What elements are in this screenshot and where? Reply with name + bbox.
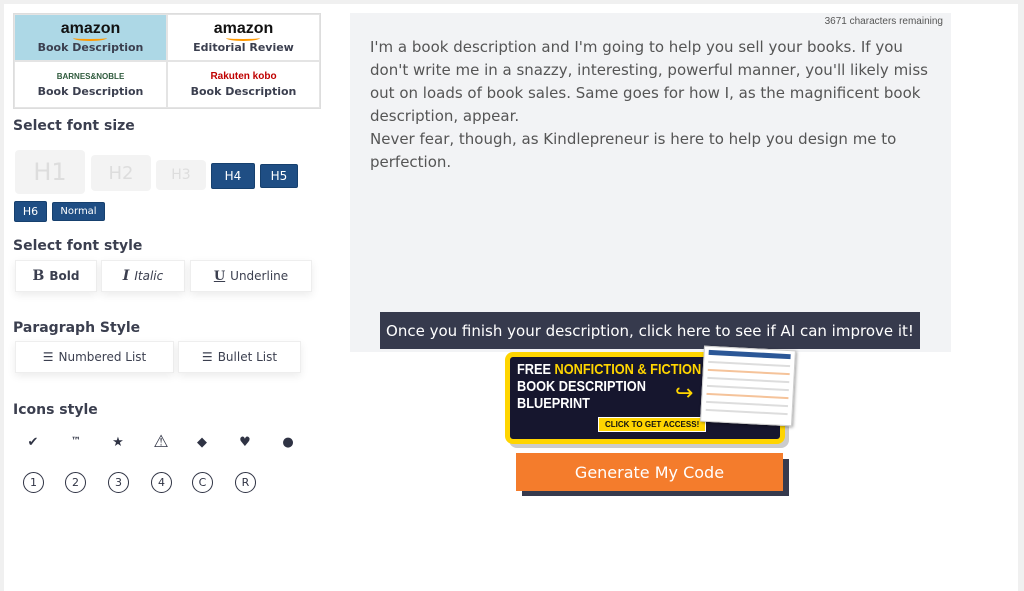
italic-button[interactable]: I Italic	[101, 260, 185, 292]
h4-button[interactable]: H4	[211, 163, 255, 189]
bullet-list-icon: ☰	[201, 350, 213, 364]
paragraph-style-heading: Paragraph Style	[13, 320, 141, 336]
banner-cta[interactable]: CLICK TO GET ACCESS!	[598, 417, 707, 432]
amazon-logo: amazon	[61, 21, 121, 41]
amazon-logo: amazon	[214, 21, 274, 41]
underline-icon: U	[213, 268, 226, 284]
h5-button[interactable]: H5	[260, 164, 298, 188]
italic-label: Italic	[134, 269, 164, 283]
platform-label: Editorial Review	[193, 41, 294, 54]
underline-button[interactable]: U Underline	[190, 260, 312, 292]
bold-label: Bold	[49, 269, 80, 283]
description-editor[interactable]: 3671 characters remaining I'm a book des…	[350, 13, 951, 352]
kobo-logo: Rakuten kobo	[210, 71, 277, 82]
diamond-icon[interactable]: ◆	[192, 435, 212, 450]
circled-3-icon[interactable]: 3	[108, 472, 129, 493]
ai-improve-button[interactable]: Once you finish your description, click …	[380, 312, 920, 349]
bullet-list-label: Bullet List	[217, 350, 278, 364]
h2-button[interactable]: H2	[91, 155, 151, 191]
numbered-list-label: Numbered List	[58, 350, 147, 364]
h6-button[interactable]: H6	[14, 201, 47, 222]
platform-label: Book Description	[37, 84, 144, 98]
platform-amazon-book-description[interactable]: amazon Book Description	[14, 14, 167, 61]
platform-kobo[interactable]: Rakuten kobo Book Description	[167, 61, 320, 108]
banner-free: FREE	[517, 361, 555, 378]
platform-amazon-editorial-review[interactable]: amazon Editorial Review	[167, 14, 320, 61]
circled-4-icon[interactable]: 4	[151, 472, 172, 493]
heart-icon[interactable]: ♥	[235, 435, 255, 450]
editor-text[interactable]: I'm a book description and I'm going to …	[370, 36, 935, 174]
banner-highlight: NONFICTION & FICTION	[554, 361, 702, 378]
h3-button[interactable]: H3	[156, 160, 206, 190]
bold-icon: B	[32, 268, 45, 284]
circled-2-icon[interactable]: 2	[65, 472, 86, 493]
editor-paragraph: I'm a book description and I'm going to …	[370, 38, 928, 125]
circle-icon[interactable]: ●	[278, 435, 298, 450]
generate-code-button[interactable]: Generate My Code	[516, 453, 783, 491]
bullet-list-button[interactable]: ☰ Bullet List	[178, 341, 301, 373]
star-icon[interactable]: ★	[108, 435, 128, 450]
font-size-heading: Select font size	[13, 118, 135, 134]
registered-icon[interactable]: R	[235, 472, 256, 493]
italic-icon: I	[122, 268, 130, 284]
font-style-heading: Select font style	[13, 238, 143, 254]
bold-button[interactable]: B Bold	[15, 260, 97, 292]
trademark-icon[interactable]: ™	[66, 436, 86, 447]
banner-line3: BLUEPRINT	[517, 395, 590, 412]
barnes-noble-logo: BARNES&NOBLE	[56, 71, 125, 81]
check-icon[interactable]: ✔	[23, 435, 43, 450]
h1-button[interactable]: H1	[15, 150, 85, 194]
character-counter: 3671 characters remaining	[824, 16, 943, 27]
underline-label: Underline	[230, 269, 289, 283]
numbered-list-button[interactable]: ☰ Numbered List	[15, 341, 174, 373]
platform-selector: amazon Book Description amazon Editorial R…	[13, 13, 321, 109]
banner-title: FREE NONFICTION & FICTION BOOK DESCRIPTIO…	[517, 361, 701, 412]
arrow-icon: ↪	[675, 381, 694, 406]
copyright-icon[interactable]: C	[192, 472, 213, 493]
banner-line2: BOOK DESCRIPTION	[517, 378, 646, 395]
normal-button[interactable]: Normal	[52, 202, 105, 221]
numbered-list-icon: ☰	[42, 350, 54, 364]
editor-paragraph: Never fear, though, as Kindlepreneur is …	[370, 130, 897, 171]
icons-style-heading: Icons style	[13, 402, 98, 418]
circled-1-icon[interactable]: 1	[23, 472, 44, 493]
blueprint-preview-image	[700, 345, 796, 427]
platform-label: Book Description	[190, 85, 297, 98]
platform-label: Book Description	[37, 41, 144, 54]
warning-icon[interactable]: ⚠	[151, 432, 171, 452]
platform-barnes-noble[interactable]: BARNES&NOBLE Book Description	[14, 61, 167, 108]
